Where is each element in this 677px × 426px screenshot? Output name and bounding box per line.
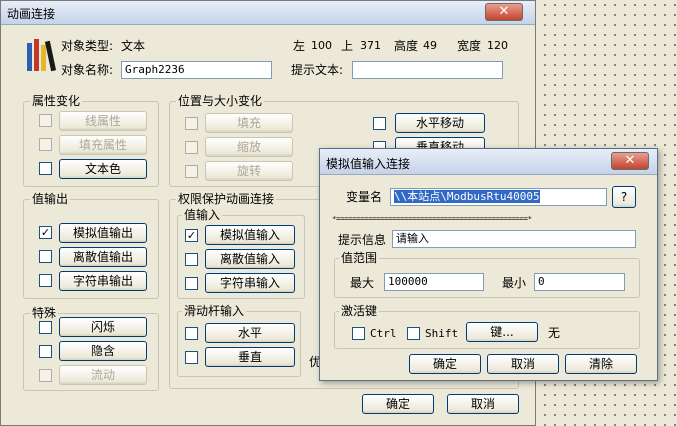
analog-input-checkbox[interactable]: ✓ [185,229,198,242]
min-label: 最小 [502,276,527,290]
key-value: 无 [548,326,561,340]
text-color-checkbox[interactable] [39,162,52,175]
fill-attr-checkbox[interactable] [39,138,52,151]
discrete-output-button[interactable]: 离散值输出 [59,247,147,267]
cancel-button[interactable]: 取消 [447,394,519,414]
object-name-label: 对象名称: [61,63,114,77]
slider-vertical-button[interactable]: 垂直 [205,347,295,367]
group-title: 属性变化 [30,94,83,108]
object-name-field[interactable]: Graph2236 [121,61,272,79]
hint-info-label: 提示信息 [338,233,387,247]
ok-button[interactable]: 确定 [362,394,434,414]
group-title: 值输出 [30,192,71,206]
horizontal-move-checkbox[interactable] [373,117,386,130]
max-label: 最大 [350,276,375,290]
fill-checkbox[interactable] [185,117,198,130]
flow-button[interactable]: 流动 [59,365,147,385]
hint-text-field[interactable] [352,61,503,79]
horizontal-move-button[interactable]: 水平移动 [395,113,485,133]
left-value: 100 [311,39,332,52]
max-field[interactable]: 100000 [384,273,484,291]
dialog-cancel-button[interactable]: 取消 [487,354,559,374]
slider-horizontal-button[interactable]: 水平 [205,323,295,343]
top-value: 371 [360,39,381,52]
hide-button[interactable]: 隐含 [59,341,147,361]
string-output-checkbox[interactable] [39,274,52,287]
discrete-output-checkbox[interactable] [39,250,52,263]
rotate-button[interactable]: 旋转 [205,161,293,181]
dialog-title: 模拟值输入连接 [326,157,411,171]
close-button[interactable]: ✕ [485,3,523,21]
rotate-checkbox[interactable] [185,165,198,178]
object-type-label: 对象类型: [61,39,114,53]
analog-output-checkbox[interactable]: ✓ [39,226,52,239]
dialog-title-bar: 模拟值输入连接 ✕ [320,149,657,175]
flow-checkbox[interactable] [39,369,52,382]
hide-checkbox[interactable] [39,345,52,358]
slider-vertical-checkbox[interactable] [185,351,198,364]
scale-checkbox[interactable] [185,141,198,154]
group-title: 值输入 [182,208,223,222]
discrete-input-button[interactable]: 离散值输入 [205,249,295,269]
variable-name-value: \\本站点\ModbusRtu40005 [394,190,540,203]
window-title: 动画连接 [7,7,56,21]
dialog-close-button[interactable]: ✕ [611,152,649,170]
line-attr-button[interactable]: 线属性 [59,111,147,131]
ctrl-label: Ctrl [370,327,397,340]
hint-text-label: 提示文本: [291,63,344,77]
variable-name-label: 变量名 [346,190,383,204]
blink-checkbox[interactable] [39,321,52,334]
variable-name-field[interactable]: \\本站点\ModbusRtu40005 [390,188,607,206]
line-attr-checkbox[interactable] [39,114,52,127]
height-value: 49 [423,39,437,52]
string-input-checkbox[interactable] [185,277,198,290]
key-button[interactable]: 键... [466,322,538,342]
text-color-button[interactable]: 文本色 [59,159,147,179]
scale-button[interactable]: 缩放 [205,137,293,157]
min-field[interactable]: 0 [534,273,625,291]
width-value: 120 [487,39,508,52]
hint-info-field[interactable]: 请输入 [392,230,636,248]
separator-line: *=======================================… [332,214,532,223]
top-label: 上 [341,39,354,53]
fill-button[interactable]: 填充 [205,113,293,133]
blink-button[interactable]: 闪烁 [59,317,147,337]
books-icon [25,39,59,75]
shift-label: Shift [425,327,459,340]
analog-input-button[interactable]: 模拟值输入 [205,225,295,245]
ctrl-checkbox[interactable] [352,327,365,340]
group-title: 位置与大小变化 [176,94,265,108]
slider-horizontal-checkbox[interactable] [185,327,198,340]
slider-input-group: 滑动杆输入 [177,304,301,377]
left-label: 左 [293,39,306,53]
group-title: 激活键 [339,304,380,318]
title-bar: 动画连接 ✕ [1,1,535,25]
group-title: 特殊 [30,306,59,320]
dialog-ok-button[interactable]: 确定 [409,354,481,374]
shift-checkbox[interactable] [407,327,420,340]
analog-input-link-dialog: 模拟值输入连接 ✕ 变量名 \\本站点\ModbusRtu40005 ? *==… [319,148,658,381]
group-title: 滑动杆输入 [182,304,247,318]
object-type-value: 文本 [121,39,146,53]
width-label: 宽度 [457,39,482,53]
height-label: 高度 [394,39,419,53]
fill-attr-button[interactable]: 填充属性 [59,135,147,155]
analog-output-button[interactable]: 模拟值输出 [59,223,147,243]
string-output-button[interactable]: 字符串输出 [59,271,147,291]
dialog-clear-button[interactable]: 清除 [565,354,637,374]
variable-browse-button[interactable]: ? [612,186,636,208]
group-title: 值范围 [339,251,380,265]
discrete-input-checkbox[interactable] [185,253,198,266]
group-title: 权限保护动画连接 [176,192,277,206]
string-input-button[interactable]: 字符串输入 [205,273,295,293]
